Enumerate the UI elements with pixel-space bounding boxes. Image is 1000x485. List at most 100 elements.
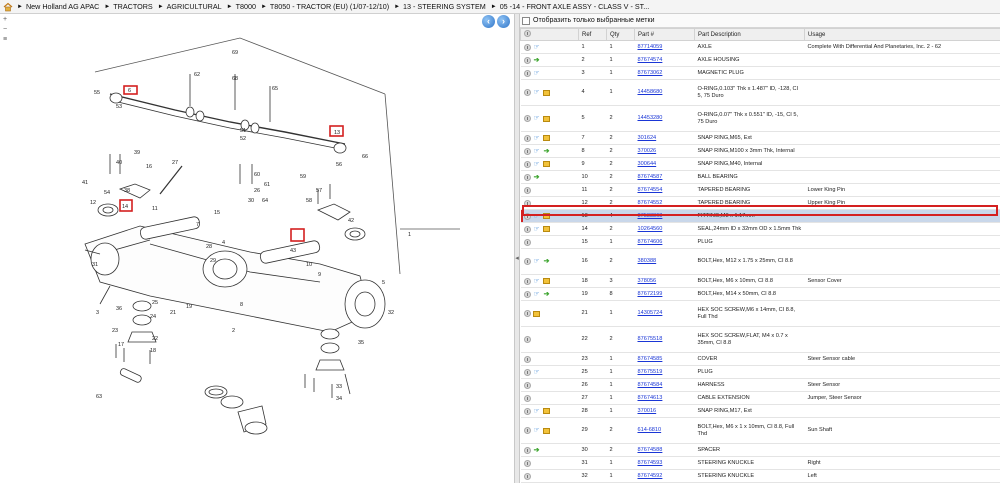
select-all-icon[interactable] xyxy=(524,30,531,37)
part-number-link[interactable]: 10264560 xyxy=(638,226,663,232)
add-to-cart-icon[interactable] xyxy=(524,460,531,467)
diagram-callout-28[interactable]: 28 xyxy=(206,244,212,250)
diagram-callout-25[interactable]: 25 xyxy=(152,300,158,306)
add-to-cart-icon[interactable] xyxy=(524,187,531,194)
add-to-cart-icon[interactable] xyxy=(524,135,531,142)
package-icon[interactable] xyxy=(543,116,550,122)
part-number-link[interactable]: 87674574 xyxy=(638,57,663,63)
diagram-callout-35[interactable]: 35 xyxy=(358,340,364,346)
diagram-callout-13[interactable]: 13 xyxy=(334,130,340,136)
part-number-link[interactable]: 87674588 xyxy=(638,447,663,453)
part-number-link[interactable]: 87674585 xyxy=(638,356,663,362)
hand-pointer-icon[interactable]: ☞ xyxy=(533,148,541,155)
add-to-cart-icon[interactable] xyxy=(524,408,531,415)
diagram-callout-26[interactable]: 26 xyxy=(254,188,260,194)
add-to-cart-icon[interactable] xyxy=(524,356,531,363)
diagram-callout-3[interactable]: 3 xyxy=(96,310,99,316)
hand-pointer-icon[interactable]: ☞ xyxy=(533,278,541,285)
add-to-cart-icon[interactable] xyxy=(524,291,531,298)
part-number-link[interactable]: 14453280 xyxy=(638,115,663,121)
table-row[interactable]: 26187674584HARNESSSteer Sensor xyxy=(521,379,1000,392)
diagram-callout-33[interactable]: 33 xyxy=(336,384,342,390)
part-number-link[interactable]: 300644 xyxy=(638,161,657,167)
add-to-cart-icon[interactable] xyxy=(524,382,531,389)
part-number-link[interactable]: 87674592 xyxy=(638,473,663,479)
add-to-cart-icon[interactable] xyxy=(524,369,531,376)
hand-pointer-icon[interactable]: ☞ xyxy=(533,89,541,96)
table-row[interactable]: ☞13487583868FITTING,M8 x 1.17mm xyxy=(521,210,1000,223)
part-number-link[interactable]: 87674552 xyxy=(638,200,663,206)
add-to-cart-icon[interactable] xyxy=(524,200,531,207)
add-to-cart-icon[interactable] xyxy=(524,447,531,454)
table-row[interactable]: ☞25187675519PLUG xyxy=(521,366,1000,379)
part-number-link[interactable]: 87675519 xyxy=(638,369,663,375)
table-row[interactable]: ☞281370016SNAP RING,M17, Ext xyxy=(521,405,1000,418)
diagram-callout-43[interactable]: 43 xyxy=(290,248,296,254)
add-to-cart-icon[interactable] xyxy=(524,44,531,51)
part-number-link[interactable]: 87675518 xyxy=(638,336,663,342)
diagram-callout-59[interactable]: 59 xyxy=(300,174,306,180)
hand-pointer-icon[interactable]: ☞ xyxy=(533,427,541,434)
table-row[interactable]: 32187674592STEERING KNUCKLELeft xyxy=(521,470,1000,483)
add-to-cart-icon[interactable] xyxy=(524,57,531,64)
table-row[interactable]: ☞3187673062MAGNETIC PLUG xyxy=(521,67,1000,80)
add-to-cart-icon[interactable] xyxy=(524,473,531,480)
diagram-callout-7[interactable]: 7 xyxy=(196,222,199,228)
diagram-callout-39[interactable]: 39 xyxy=(134,150,140,156)
add-to-cart-icon[interactable] xyxy=(524,161,531,168)
hand-pointer-icon[interactable]: ☞ xyxy=(533,408,541,415)
diagram-callout-60[interactable]: 60 xyxy=(254,172,260,178)
add-to-cart-icon[interactable] xyxy=(524,226,531,233)
table-row[interactable]: ➔30287674588SPACER xyxy=(521,444,1000,457)
add-to-cart-icon[interactable] xyxy=(524,278,531,285)
part-number-link[interactable]: 87673062 xyxy=(638,70,663,76)
add-to-cart-icon[interactable] xyxy=(524,115,531,122)
add-to-cart-icon[interactable] xyxy=(524,427,531,434)
diagram-callout-23[interactable]: 23 xyxy=(112,328,118,334)
column-header-part-number[interactable]: Part # xyxy=(635,29,695,41)
replacement-arrow-icon[interactable]: ➔ xyxy=(543,258,551,265)
previous-page-icon[interactable]: ‹ xyxy=(482,15,495,28)
part-number-link[interactable]: 87674584 xyxy=(638,382,663,388)
diagram-callout-27[interactable]: 27 xyxy=(172,160,178,166)
diagram-callout-30[interactable]: 30 xyxy=(248,198,254,204)
replacement-arrow-icon[interactable]: ➔ xyxy=(533,174,541,181)
breadcrumb-item[interactable]: T8000 xyxy=(236,2,256,11)
replacement-arrow-icon[interactable]: ➔ xyxy=(533,447,541,454)
part-number-link[interactable]: 380388 xyxy=(638,258,657,264)
part-number-link[interactable]: 87714059 xyxy=(638,44,663,50)
add-to-cart-icon[interactable] xyxy=(524,174,531,181)
diagram-callout-64[interactable]: 64 xyxy=(262,198,268,204)
part-number-link[interactable]: 614-6810 xyxy=(638,427,662,433)
diagram-callout-63[interactable]: 63 xyxy=(96,394,102,400)
table-row[interactable]: 27187674613CABLE EXTENSIONJumper, Steer … xyxy=(521,392,1000,405)
part-number-link[interactable]: 14458680 xyxy=(638,89,663,95)
diagram-callout-2[interactable]: 2 xyxy=(232,328,235,334)
table-row[interactable]: 11287674554TAPERED BEARINGLower King Pin xyxy=(521,184,1000,197)
next-page-icon[interactable]: › xyxy=(497,15,510,28)
table-row[interactable]: ☞5214453280O-RING,0.07" Thk x 0.551" ID,… xyxy=(521,106,1000,132)
table-row[interactable]: 23187674585COVERSteer Sensor cable xyxy=(521,353,1000,366)
diagram-callout-62[interactable]: 62 xyxy=(194,72,200,78)
table-row[interactable]: ☞72301624SNAP RING,M65, Ext xyxy=(521,132,1000,145)
hand-pointer-icon[interactable]: ☞ xyxy=(533,115,541,122)
diagram-callout-11[interactable]: 11 xyxy=(152,206,158,212)
highlight-callout-box[interactable] xyxy=(291,229,304,241)
diagram-callout-9[interactable]: 9 xyxy=(318,272,321,278)
diagram-callout-22[interactable]: 22 xyxy=(152,336,158,342)
hand-pointer-icon[interactable]: ☞ xyxy=(533,291,541,298)
table-row[interactable]: 31187674593STEERING KNUCKLERight xyxy=(521,457,1000,470)
table-row[interactable]: ➔10287674587BALL BEARING xyxy=(521,171,1000,184)
part-number-link[interactable]: 87583868 xyxy=(638,213,663,219)
breadcrumb-item[interactable]: 13 - STEERING SYSTEM xyxy=(403,2,486,11)
diagram-callout-34[interactable]: 34 xyxy=(336,396,342,402)
diagram-callout-14[interactable]: 14 xyxy=(122,204,128,210)
replacement-arrow-icon[interactable]: ➔ xyxy=(543,148,551,155)
column-header-usage[interactable]: Usage xyxy=(805,29,1000,41)
diagram-callout-12[interactable]: 12 xyxy=(90,200,96,206)
add-to-cart-icon[interactable] xyxy=(524,70,531,77)
table-row[interactable]: ☞1187714059AXLEComplete With Differentia… xyxy=(521,41,1000,54)
table-row[interactable]: ☞4114458680O-RING,0.103" Thk x 1.487" ID… xyxy=(521,80,1000,106)
diagram-callout-66[interactable]: 66 xyxy=(362,154,368,160)
hand-pointer-icon[interactable]: ☞ xyxy=(533,369,541,376)
